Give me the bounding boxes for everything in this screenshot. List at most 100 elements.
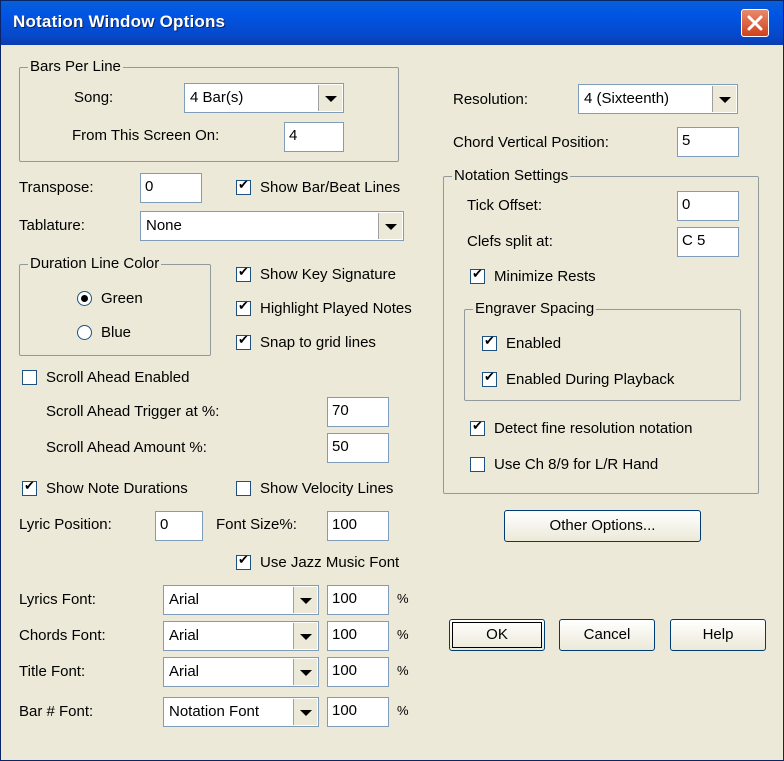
lyrics-font-unit: % [397, 591, 409, 606]
chevron-down-icon[interactable] [378, 213, 402, 239]
song-bars-value: 4 Bar(s) [190, 89, 244, 106]
chords-font-unit: % [397, 627, 409, 642]
scroll-trigger-input[interactable]: 70 [327, 397, 389, 427]
cancel-button[interactable]: Cancel [559, 619, 655, 651]
transpose-label: Transpose: [19, 179, 94, 196]
chevron-down-icon[interactable] [293, 659, 317, 685]
bar-num-font-value: Notation Font [169, 703, 260, 720]
resolution-label-text: Resolution: [453, 91, 529, 108]
use-ch89-label[interactable]: Use Ch 8/9 for L/R Hand [494, 456, 658, 473]
from-screen-label: From This Screen On: [72, 127, 220, 144]
highlight-played-label[interactable]: Highlight Played Notes [260, 300, 412, 317]
chords-font-value: Arial [169, 627, 200, 644]
font-size-input[interactable]: 100 [327, 511, 389, 541]
tablature-label: Tablature: [19, 217, 85, 234]
blue-radio[interactable] [77, 325, 92, 340]
tick-offset-input[interactable]: 0 [677, 191, 739, 221]
show-bar-beat-checkbox[interactable] [236, 178, 251, 195]
bars-per-line-title: Bars Per Line [28, 58, 123, 75]
chords-font-label: Chords Font: [19, 627, 106, 644]
title-font-value: Arial [169, 663, 200, 680]
chevron-down-icon[interactable] [318, 85, 342, 111]
green-radio[interactable] [77, 291, 92, 306]
from-screen-input[interactable]: 4 [284, 122, 344, 152]
highlight-played-checkbox[interactable] [236, 299, 251, 316]
scroll-amount-input[interactable]: 50 [327, 433, 389, 463]
duration-color-group: Duration Line Color [19, 255, 211, 356]
detect-fine-label[interactable]: Detect fine resolution notation [494, 420, 692, 437]
title-font-size-input[interactable]: 100 [327, 657, 389, 687]
engraver-enabled-label[interactable]: Enabled [506, 335, 561, 352]
minimize-rests-checkbox[interactable] [470, 267, 485, 284]
chevron-down-icon[interactable] [712, 86, 736, 112]
help-button[interactable]: Help [670, 619, 766, 651]
scroll-ahead-label[interactable]: Scroll Ahead Enabled [46, 369, 189, 386]
title-bar[interactable]: Notation Window Options [1, 1, 783, 45]
clefs-split-label: Clefs split at: [467, 233, 553, 250]
resolution-select[interactable]: 4 (Sixteenth) [578, 84, 738, 114]
lyrics-font-size-input[interactable]: 100 [327, 585, 389, 615]
show-velocity-lines-label[interactable]: Show Velocity Lines [260, 480, 393, 497]
show-key-signature-checkbox[interactable] [236, 265, 251, 282]
lyrics-font-value: Arial [169, 591, 200, 608]
close-button[interactable] [741, 9, 769, 37]
engraver-spacing-title: Engraver Spacing [473, 300, 597, 317]
notation-settings-title: Notation Settings [452, 167, 571, 184]
scroll-trigger-label: Scroll Ahead Trigger at %: [46, 403, 220, 420]
scroll-ahead-checkbox[interactable] [22, 370, 37, 385]
show-note-durations-label[interactable]: Show Note Durations [46, 480, 188, 497]
use-ch89-checkbox[interactable] [470, 457, 485, 472]
chord-vertical-input[interactable]: 5 [677, 127, 739, 157]
duration-color-title: Duration Line Color [28, 255, 162, 272]
song-bars-select[interactable]: 4 Bar(s) [184, 83, 344, 113]
font-size-label: Font Size%: [216, 516, 297, 533]
resolution-value: 4 (Sixteenth) [584, 90, 670, 107]
lyrics-font-label: Lyrics Font: [19, 591, 96, 608]
chord-vertical-label: Chord Vertical Position: [453, 134, 609, 151]
show-key-signature-label[interactable]: Show Key Signature [260, 266, 396, 283]
scroll-amount-label: Scroll Ahead Amount %: [46, 439, 207, 456]
chords-font-select[interactable]: Arial [163, 621, 319, 651]
lyrics-font-select[interactable]: Arial [163, 585, 319, 615]
engraver-playback-checkbox[interactable] [482, 370, 497, 387]
snap-to-grid-checkbox[interactable] [236, 333, 251, 350]
tablature-value: None [146, 217, 182, 234]
bar-num-font-unit: % [397, 703, 409, 718]
other-options-button[interactable]: Other Options... [504, 510, 701, 542]
lyric-position-label: Lyric Position: [19, 516, 112, 533]
bar-num-font-size-input[interactable]: 100 [327, 697, 389, 727]
bar-num-font-select[interactable]: Notation Font [163, 697, 319, 727]
detect-fine-checkbox[interactable] [470, 419, 485, 436]
chevron-down-icon[interactable] [293, 699, 317, 725]
snap-to-grid-label[interactable]: Snap to grid lines [260, 334, 376, 351]
lyric-position-input[interactable]: 0 [155, 511, 203, 541]
green-label[interactable]: Green [101, 290, 143, 307]
close-icon [747, 15, 763, 31]
engraver-enabled-checkbox[interactable] [482, 334, 497, 351]
chevron-down-icon[interactable] [293, 623, 317, 649]
minimize-rests-label[interactable]: Minimize Rests [494, 268, 596, 285]
bar-num-font-label: Bar # Font: [19, 703, 94, 720]
tick-offset-label: Tick Offset: [467, 197, 543, 214]
show-note-durations-checkbox[interactable] [22, 479, 37, 496]
use-jazz-font-label[interactable]: Use Jazz Music Font [260, 554, 399, 571]
window-title: Notation Window Options [13, 12, 226, 31]
song-label: Song: [74, 89, 114, 106]
resolution-label: Resolution: [453, 91, 528, 108]
title-font-label: Title Font: [19, 663, 86, 680]
clefs-split-input[interactable]: C 5 [677, 227, 739, 257]
transpose-input[interactable]: 0 [140, 173, 202, 203]
tablature-select[interactable]: None [140, 211, 404, 241]
dialog-body: Bars Per Line Song: 4 Bar(s) From This S… [4, 45, 780, 757]
ok-button[interactable]: OK [449, 619, 545, 651]
title-font-select[interactable]: Arial [163, 657, 319, 687]
show-velocity-lines-checkbox[interactable] [236, 481, 251, 496]
title-font-unit: % [397, 663, 409, 678]
chevron-down-icon[interactable] [293, 587, 317, 613]
use-jazz-font-checkbox[interactable] [236, 553, 251, 570]
engraver-playback-label[interactable]: Enabled During Playback [506, 371, 674, 388]
dialog-window: Notation Window Options Bars Per Line So… [0, 0, 784, 761]
chords-font-size-input[interactable]: 100 [327, 621, 389, 651]
show-bar-beat-label[interactable]: Show Bar/Beat Lines [260, 179, 400, 196]
blue-label[interactable]: Blue [101, 324, 131, 341]
